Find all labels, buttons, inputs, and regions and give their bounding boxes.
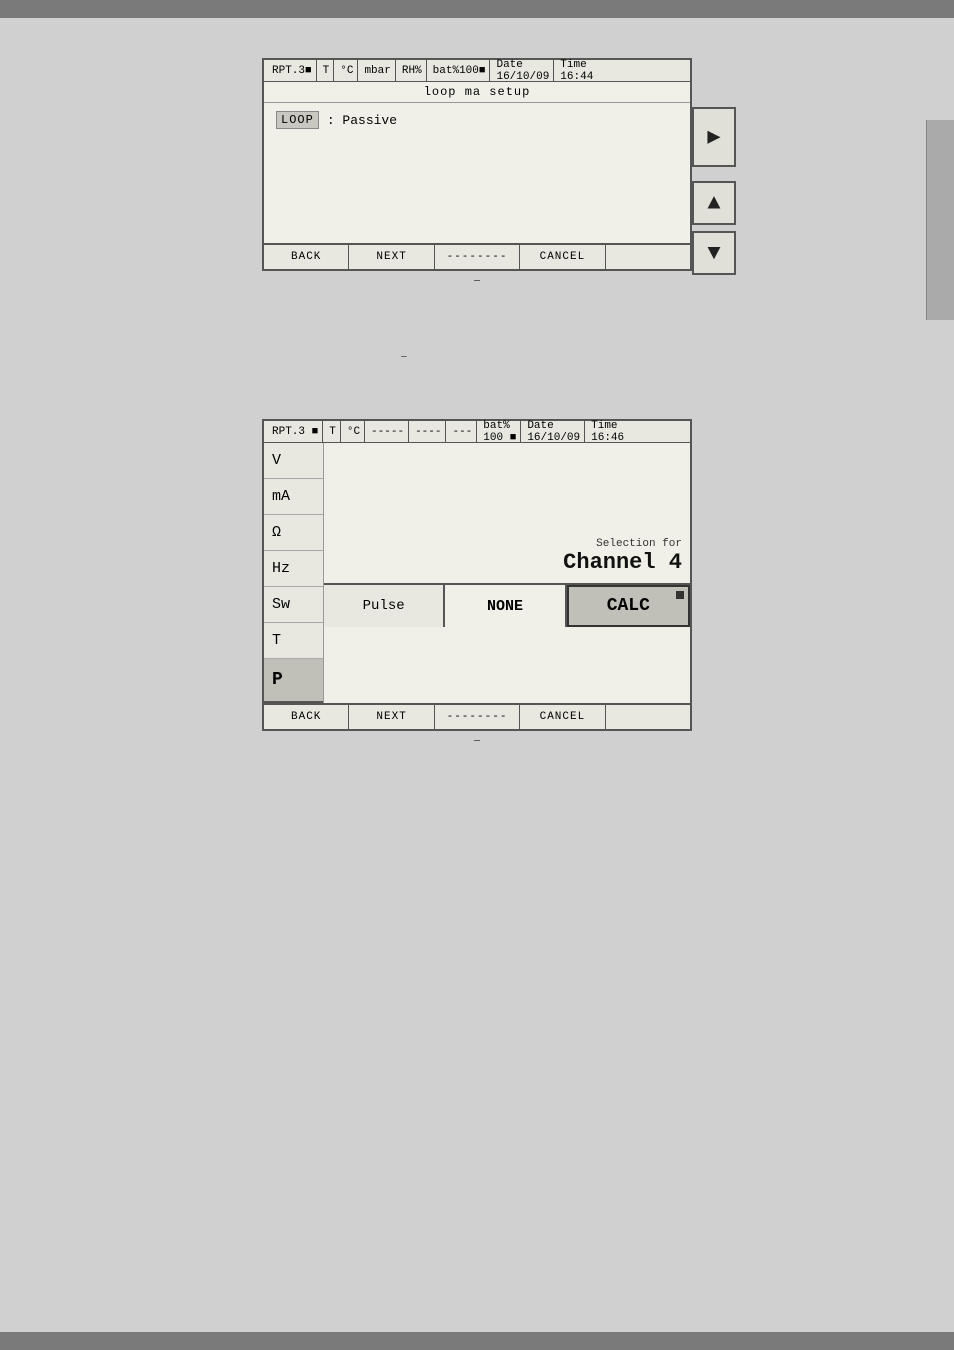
empty-cell (606, 245, 690, 269)
s2-dashes-cell: -------- (435, 705, 520, 729)
date-cell: Date 16/10/09 (492, 60, 554, 81)
s2-time-cell: Time 16:46 (587, 421, 628, 442)
menu-item-ma[interactable]: mA (264, 479, 323, 515)
dashes-cell: -------- (435, 245, 520, 269)
unit1: °C (336, 60, 358, 81)
loop-value: : Passive (327, 113, 397, 128)
unit3: RH% (398, 60, 427, 81)
up-arrow-button[interactable]: ▲ (692, 181, 736, 225)
time-cell: Time 16:44 (556, 60, 597, 81)
top-bar (0, 0, 954, 18)
screen1-button-row: BACK NEXT -------- CANCEL (264, 243, 690, 269)
none-option[interactable]: NONE (445, 585, 565, 627)
screen1-body: LOOP : Passive ▶ ▲ ▼ (264, 103, 690, 243)
s2-dashes2: ---- (411, 421, 446, 442)
screen1: RPT. 3 ■ T °C mbar RH% bat% (262, 58, 692, 271)
menu-item-t[interactable]: T (264, 623, 323, 659)
loop-label: LOOP (276, 111, 319, 129)
loop-row: LOOP : Passive (276, 111, 678, 129)
bottom-bar (0, 1332, 954, 1350)
s2-cancel-button[interactable]: CANCEL (520, 705, 605, 729)
screen1-status-bar: RPT. 3 ■ T °C mbar RH% bat% (264, 60, 690, 82)
main-content: RPT. 3 ■ T °C mbar RH% bat% (0, 18, 954, 1332)
menu-item-hz[interactable]: Hz (264, 551, 323, 587)
rpt-label: RPT. 3 ■ (268, 60, 317, 81)
menu-item-ohm[interactable]: Ω (264, 515, 323, 551)
gap-spacer: – (200, 349, 754, 359)
s2-selection-area: Selection for Channel 4 (324, 443, 690, 583)
s2-date-cell: Date 16/10/09 (523, 421, 585, 442)
cancel-button[interactable]: CANCEL (520, 245, 605, 269)
screen2: RPT. 3 ■ T °C ----- ---- (262, 419, 692, 731)
screen1-dash: – (473, 273, 481, 289)
s2-dashes3: --- (448, 421, 477, 442)
screen2-status-bar: RPT. 3 ■ T °C ----- ---- (264, 421, 690, 443)
calc-selected-indicator (676, 591, 684, 599)
right-arrow-button[interactable]: ▶ (692, 107, 736, 167)
s2-t-label: T (325, 421, 341, 442)
s2-right-panel: Selection for Channel 4 Pulse NONE (324, 443, 690, 703)
s2-unit1: °C (343, 421, 365, 442)
s2-dashes1: ----- (367, 421, 409, 442)
pulse-option[interactable]: Pulse (324, 585, 444, 627)
screen2-body: V mA Ω Hz Sw T (264, 443, 690, 703)
next-button[interactable]: NEXT (349, 245, 434, 269)
s2-back-button[interactable]: BACK (264, 705, 349, 729)
down-arrow-button[interactable]: ▼ (692, 231, 736, 275)
screen1-title: loop ma setup (264, 82, 690, 103)
selection-for-label: Selection for (563, 538, 682, 550)
channel-label: Channel 4 (563, 550, 682, 575)
s2-next-button[interactable]: NEXT (349, 705, 434, 729)
unit2: mbar (360, 60, 395, 81)
menu-item-v[interactable]: V (264, 443, 323, 479)
selection-info: Selection for Channel 4 (563, 538, 682, 575)
screen2-dash: – (473, 733, 481, 749)
s2-menu: V mA Ω Hz Sw T (264, 443, 324, 703)
s2-rpt-label: RPT. 3 ■ (268, 421, 323, 442)
calc-option[interactable]: CALC (567, 585, 690, 627)
menu-item-sw[interactable]: Sw (264, 587, 323, 623)
menu-item-p[interactable]: P (264, 659, 323, 703)
screen2-button-row: BACK NEXT -------- CANCEL (264, 703, 690, 729)
t-label: T (319, 60, 335, 81)
s2-bat-cell: bat% 100 ■ (479, 421, 521, 442)
back-button[interactable]: BACK (264, 245, 349, 269)
s2-options-row: Pulse NONE CALC (324, 583, 690, 627)
s2-empty-cell (606, 705, 690, 729)
bat-cell: bat% 100 ■ (429, 60, 491, 81)
